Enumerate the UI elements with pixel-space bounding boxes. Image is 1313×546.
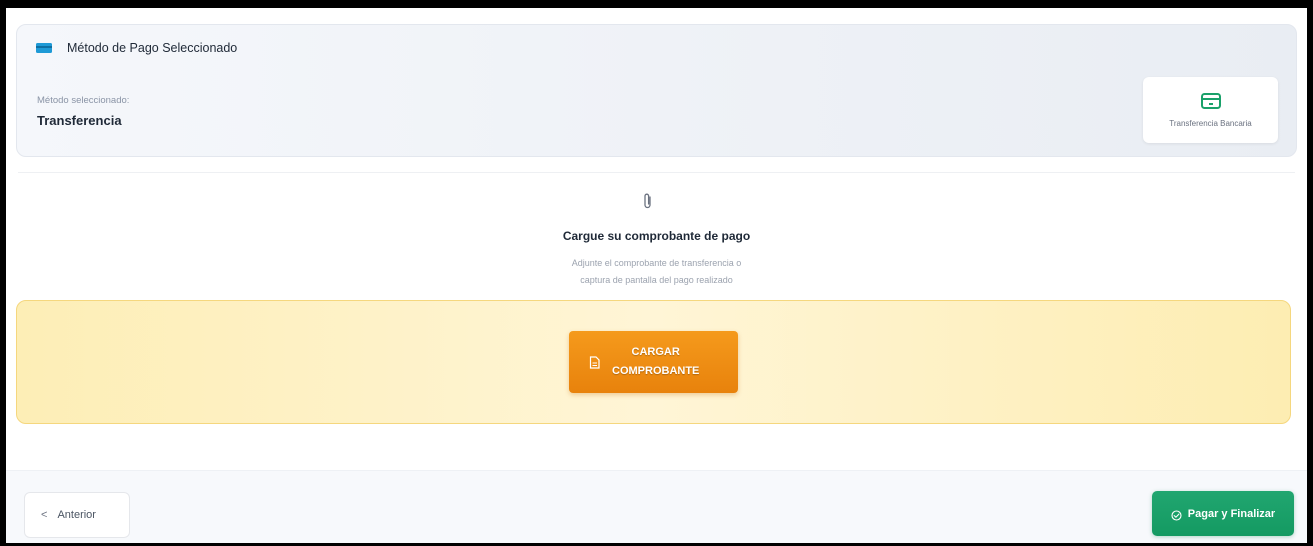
pay-and-finish-label: Pagar y Finalizar [1187, 507, 1276, 520]
selected-method-value: Transferencia [37, 113, 122, 128]
previous-button-label: Anterior [57, 509, 96, 521]
section-divider [18, 172, 1295, 173]
method-header: Método de Pago Seleccionado [35, 41, 237, 55]
upload-description: Adjunte el comprobante de transferencia … [6, 255, 1307, 289]
upload-receipt-button[interactable]: CARGAR COMPROBANTE [569, 331, 738, 393]
upload-button-line-2: COMPROBANTE [612, 365, 700, 377]
bank-card-icon [1200, 92, 1222, 110]
check-circle-icon [1171, 508, 1182, 521]
file-icon [589, 355, 600, 369]
paperclip-icon [642, 192, 654, 210]
bank-transfer-label: Transferencia Bancaria [1169, 119, 1252, 128]
selected-method-label: Método seleccionado: [37, 95, 130, 106]
upload-description-line-2: captura de pantalla del pago realizado [580, 275, 733, 285]
upload-description-line-1: Adjunte el comprobante de transferencia … [571, 258, 742, 268]
method-title: Método de Pago Seleccionado [67, 41, 238, 55]
upload-drop-zone[interactable]: CARGAR COMPROBANTE [16, 300, 1291, 424]
upload-button-label: CARGAR COMPROBANTE [612, 343, 699, 381]
pay-and-finish-button[interactable]: Pagar y Finalizar [1152, 491, 1294, 536]
selected-method-card: Método de Pago Seleccionado Método selec… [16, 24, 1297, 157]
credit-card-icon [35, 41, 53, 55]
navigation-footer: < Anterior Pagar y Finalizar [6, 470, 1307, 543]
chevron-left-icon: < [41, 509, 48, 521]
upload-title: Cargue su comprobante de pago [562, 229, 751, 243]
upload-button-line-1: CARGAR [631, 346, 680, 358]
payment-step-panel: Método de Pago Seleccionado Método selec… [6, 8, 1307, 543]
bank-transfer-option[interactable]: Transferencia Bancaria [1143, 77, 1278, 143]
previous-button[interactable]: < Anterior [24, 492, 130, 538]
